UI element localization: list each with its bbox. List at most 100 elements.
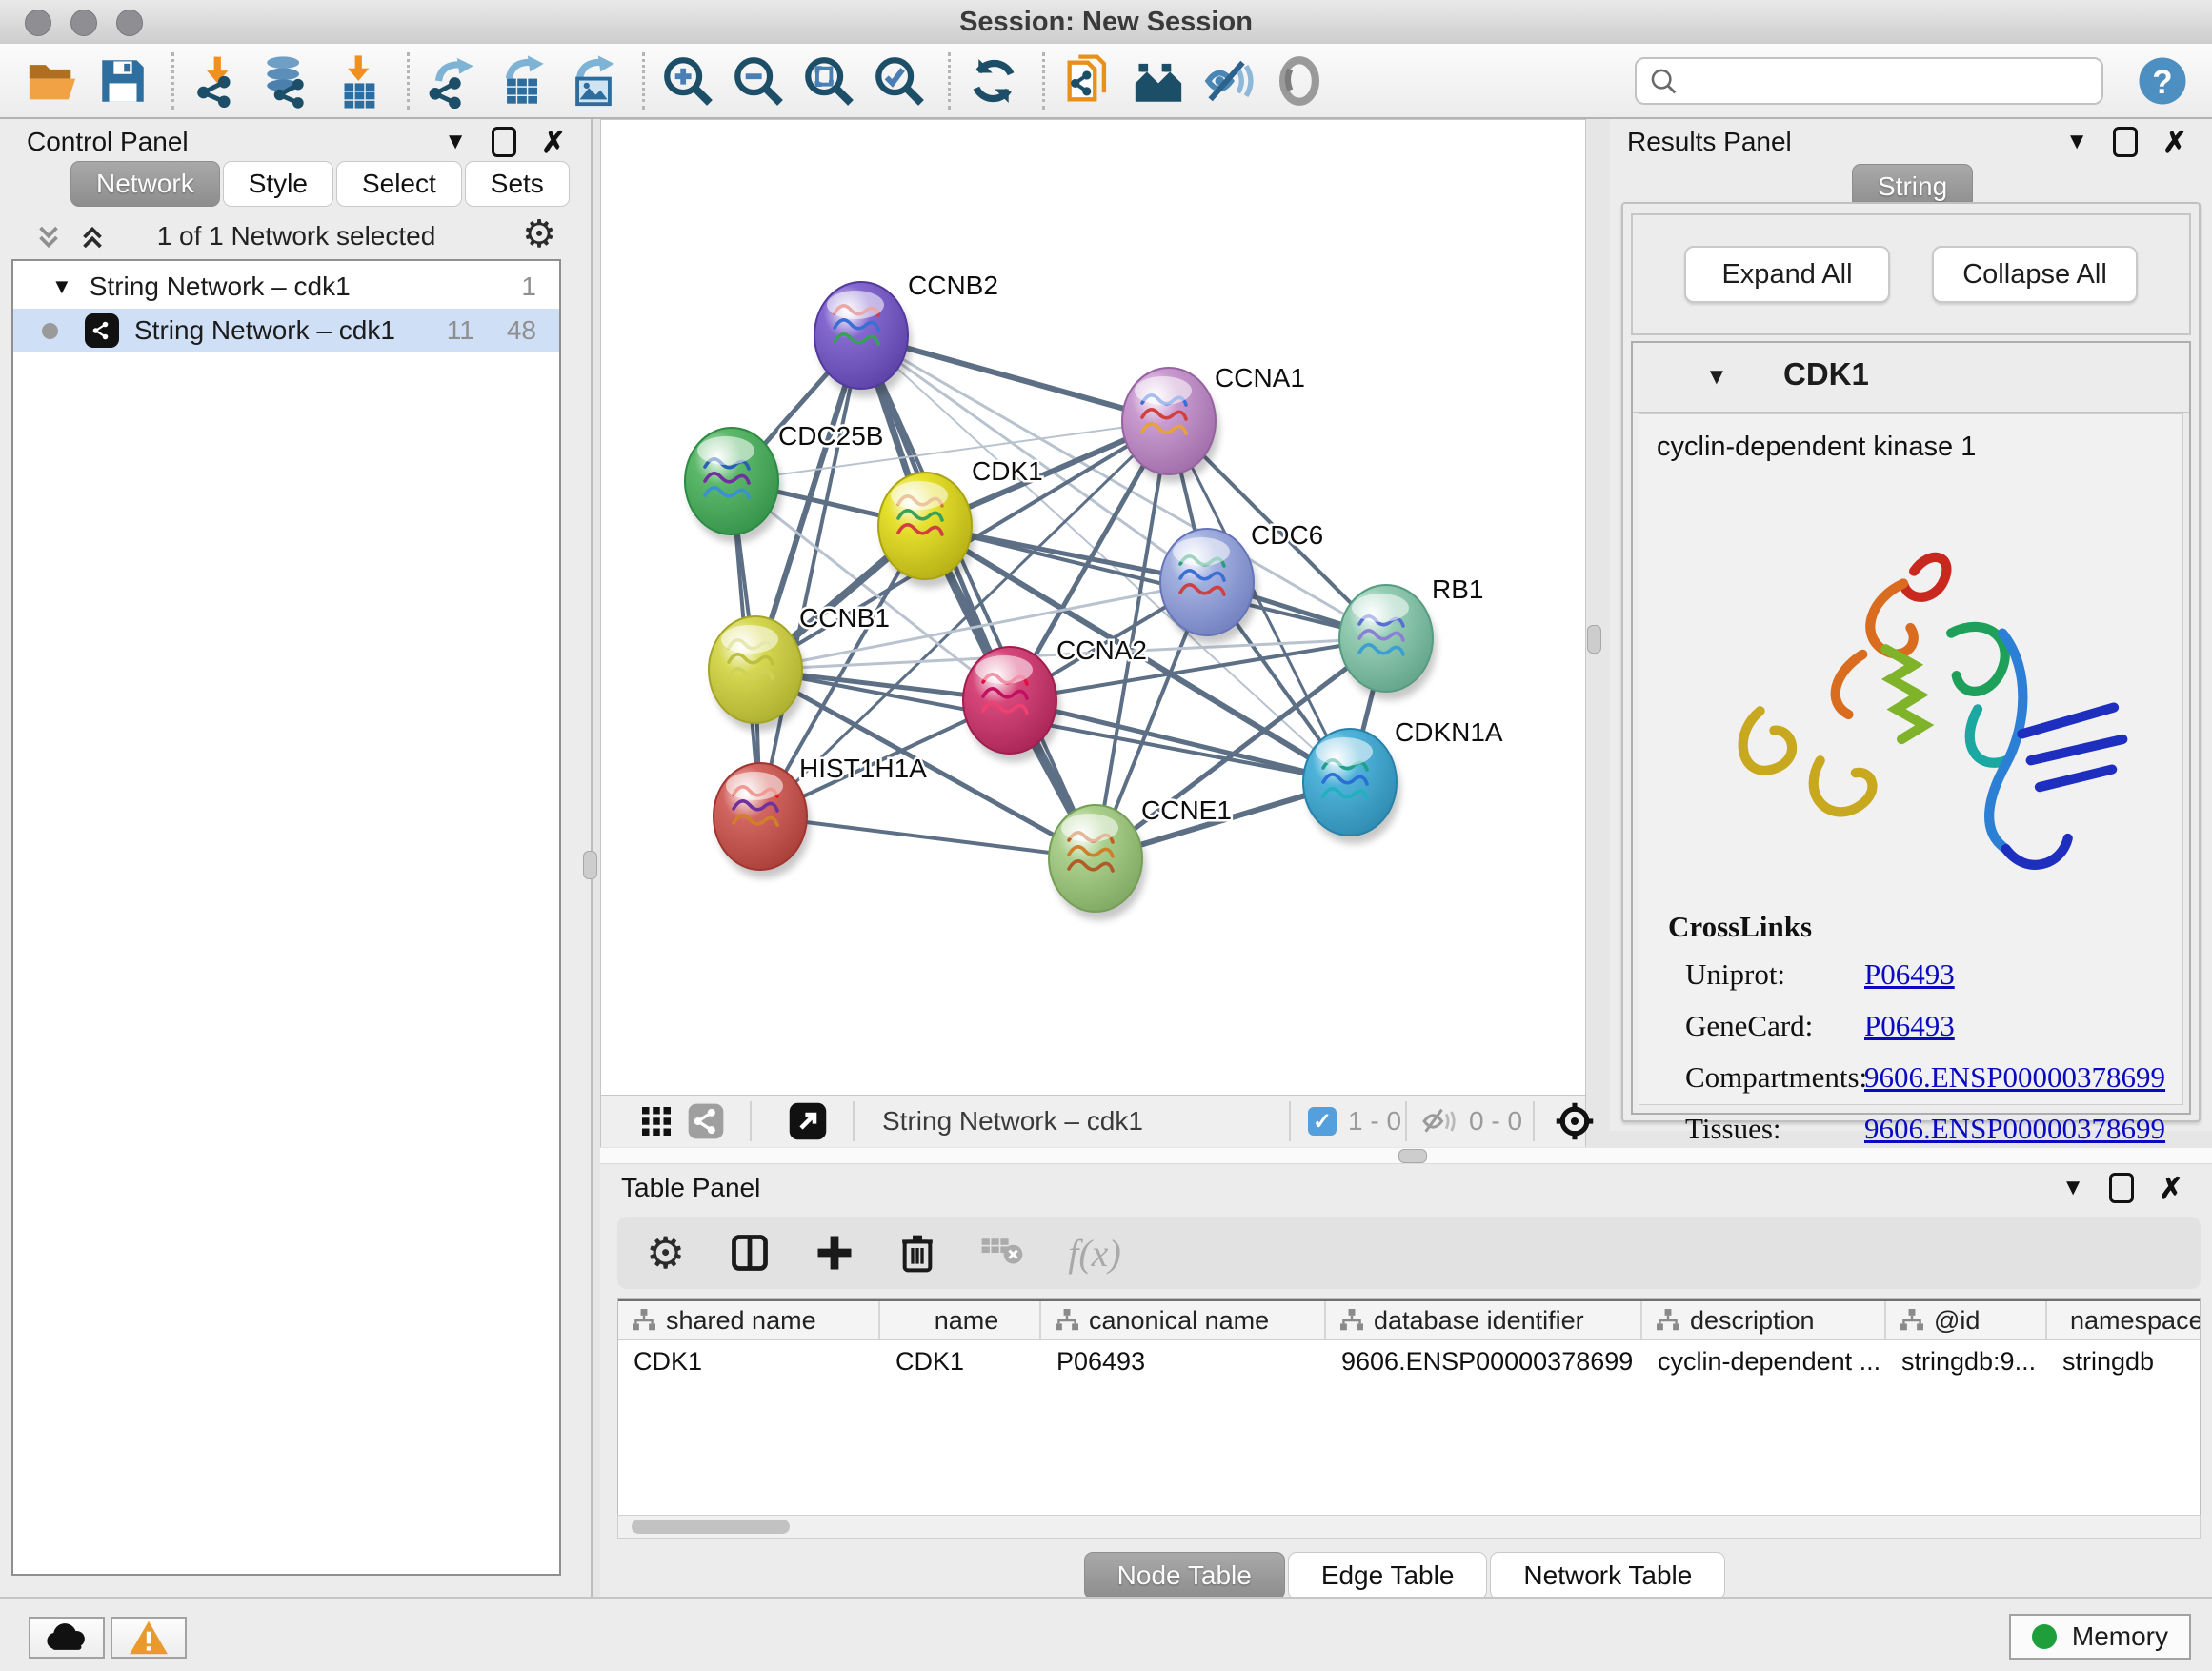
table-panel-float-icon[interactable] (2109, 1173, 2134, 1203)
search-input[interactable] (1635, 57, 2103, 105)
help-icon[interactable]: ? (2136, 54, 2189, 108)
crosslink-label: Compartments: (1668, 1060, 1864, 1095)
cell-id[interactable]: stringdb:9... (1886, 1340, 2047, 1382)
grid-view-icon[interactable] (639, 1104, 674, 1138)
open-in-new-window-icon[interactable] (788, 1101, 828, 1141)
gene-disclosure-icon[interactable]: ▼ (1705, 364, 1728, 391)
column-header-database-identifier[interactable]: database identifier (1326, 1301, 1642, 1339)
zoom-in-icon[interactable] (660, 53, 715, 109)
close-window-button[interactable] (25, 10, 51, 36)
toolbar-separator (642, 52, 645, 110)
title-bar: Session: New Session (0, 0, 2212, 45)
open-session-icon[interactable] (25, 53, 80, 109)
crosslink-genecard-link[interactable]: P06493 (1864, 1009, 1955, 1043)
control-panel-close-icon[interactable]: ✗ (541, 128, 566, 157)
network-canvas[interactable]: CCNB2CCNA1CDC25BCDK1CDC6RB1CCNB1CCNA2CDK… (601, 120, 1585, 1095)
birds-eye-view-icon[interactable] (1554, 1100, 1596, 1142)
splitter-handle-bottom[interactable] (1398, 1149, 1427, 1163)
column-header-shared-name[interactable]: shared name (618, 1301, 880, 1339)
show-results-icon[interactable] (1272, 53, 1327, 109)
table-panel-close-icon[interactable]: ✗ (2159, 1174, 2183, 1203)
export-network-icon[interactable] (425, 53, 480, 109)
cell-canonical-name[interactable]: P06493 (1041, 1340, 1326, 1382)
delete-column-icon[interactable] (898, 1232, 936, 1274)
selected-count: 1 - 0 (1348, 1106, 1401, 1137)
table-panel-menu-icon[interactable]: ▼ (2061, 1177, 2084, 1199)
cell-namespace[interactable]: stringdb (2047, 1340, 2201, 1382)
node-label-ccna1: CCNA1 (1215, 363, 1305, 393)
tab-network[interactable]: Network (70, 161, 220, 207)
memory-button[interactable]: Memory (2009, 1614, 2191, 1660)
maximize-window-button[interactable] (116, 10, 143, 36)
column-header-name[interactable]: name (880, 1301, 1041, 1339)
column-header-canonical-name[interactable]: canonical name (1041, 1301, 1326, 1339)
import-table-icon[interactable] (331, 53, 386, 109)
crosslink-row: Tissues:9606.ENSP00000378699 (1668, 1112, 2165, 1146)
hide-results-icon[interactable] (1201, 53, 1257, 109)
expand-all-button[interactable]: Expand All (1684, 246, 1890, 303)
collection-disclosure-icon[interactable]: ▼ (51, 274, 72, 299)
refresh-view-icon[interactable] (966, 53, 1021, 109)
export-table-icon[interactable] (495, 53, 551, 109)
import-network-file-icon[interactable] (190, 53, 245, 109)
cell-shared-name[interactable]: CDK1 (618, 1340, 880, 1382)
zoom-selected-icon[interactable] (872, 53, 927, 109)
node-label-hist1h1a: HIST1H1A (799, 754, 927, 783)
cloud-button[interactable] (29, 1617, 105, 1659)
splitter-handle-left[interactable] (583, 851, 597, 879)
network-share-view-icon[interactable] (687, 1102, 725, 1140)
cell-description[interactable]: cyclin-dependent ... (1642, 1340, 1886, 1382)
crosslink-compartments-link[interactable]: 9606.ENSP00000378699 (1864, 1060, 2165, 1095)
zoom-out-icon[interactable] (731, 53, 786, 109)
network-edge-count: 48 (507, 315, 536, 346)
add-column-icon[interactable] (814, 1233, 855, 1273)
zoom-fit-icon[interactable] (801, 53, 856, 109)
control-panel-float-icon[interactable] (492, 127, 516, 157)
warning-button[interactable] (111, 1617, 187, 1659)
node-label-ccnb1: CCNB1 (799, 603, 890, 633)
scrollbar-thumb[interactable] (632, 1520, 790, 1534)
tab-edge-table[interactable]: Edge Table (1288, 1552, 1488, 1600)
cell-database-identifier[interactable]: 9606.ENSP00000378699 (1326, 1340, 1642, 1382)
crosslink-label: GeneCard: (1668, 1009, 1864, 1043)
results-panel-close-icon[interactable]: ✗ (2162, 128, 2187, 157)
network-selection-status: 1 of 1 Network selected (0, 221, 593, 252)
table-row[interactable]: CDK1 CDK1 P06493 9606.ENSP00000378699 cy… (618, 1340, 2200, 1382)
table-options-gear-icon[interactable]: ⚙ (646, 1231, 685, 1275)
results-panel-float-icon[interactable] (2113, 127, 2138, 157)
tab-node-table[interactable]: Node Table (1084, 1552, 1285, 1600)
cloud-icon (44, 1621, 90, 1654)
import-network-database-icon[interactable] (260, 53, 315, 109)
results-panel-menu-icon[interactable]: ▼ (2065, 131, 2088, 153)
toolbar-separator (407, 52, 410, 110)
column-header-description[interactable]: description (1642, 1301, 1886, 1339)
selected-checkbox-icon[interactable]: ✓ (1308, 1107, 1337, 1136)
window-controls[interactable] (25, 10, 143, 36)
share-document-icon[interactable] (1060, 53, 1116, 109)
collapse-all-button[interactable]: Collapse All (1932, 246, 2138, 303)
network-collection-row[interactable]: ▼ String Network – cdk1 1 (13, 265, 559, 309)
network-row[interactable]: String Network – cdk1 11 48 (13, 309, 559, 352)
save-session-icon[interactable] (95, 53, 151, 109)
node-label-cdk1: CDK1 (972, 456, 1043, 486)
memory-status-icon (2032, 1624, 2057, 1649)
cell-name[interactable]: CDK1 (880, 1340, 1041, 1382)
table-header-row: shared name name canonical name database… (618, 1299, 2200, 1340)
minimize-window-button[interactable] (70, 10, 97, 36)
table-horizontal-scrollbar[interactable] (617, 1515, 2201, 1539)
crosslink-tissues-link[interactable]: 9606.ENSP00000378699 (1864, 1112, 2165, 1146)
gene-section-header[interactable]: ▼ CDK1 (1633, 343, 2189, 413)
tab-sets[interactable]: Sets (465, 161, 570, 207)
column-header-id[interactable]: @id (1886, 1301, 2047, 1339)
export-image-icon[interactable] (566, 53, 621, 109)
crosslink-uniprot-link[interactable]: P06493 (1864, 957, 1955, 992)
column-header-namespace[interactable]: namespace (2047, 1301, 2201, 1339)
tab-network-table[interactable]: Network Table (1490, 1552, 1725, 1600)
tab-select[interactable]: Select (336, 161, 462, 207)
network-options-gear-icon[interactable]: ⚙ (522, 215, 556, 253)
splitter-handle-right[interactable] (1587, 625, 1601, 654)
tab-style[interactable]: Style (223, 161, 333, 207)
control-panel-menu-icon[interactable]: ▼ (444, 131, 467, 153)
string-home-icon[interactable] (1131, 53, 1186, 109)
show-columns-icon[interactable] (729, 1232, 771, 1274)
